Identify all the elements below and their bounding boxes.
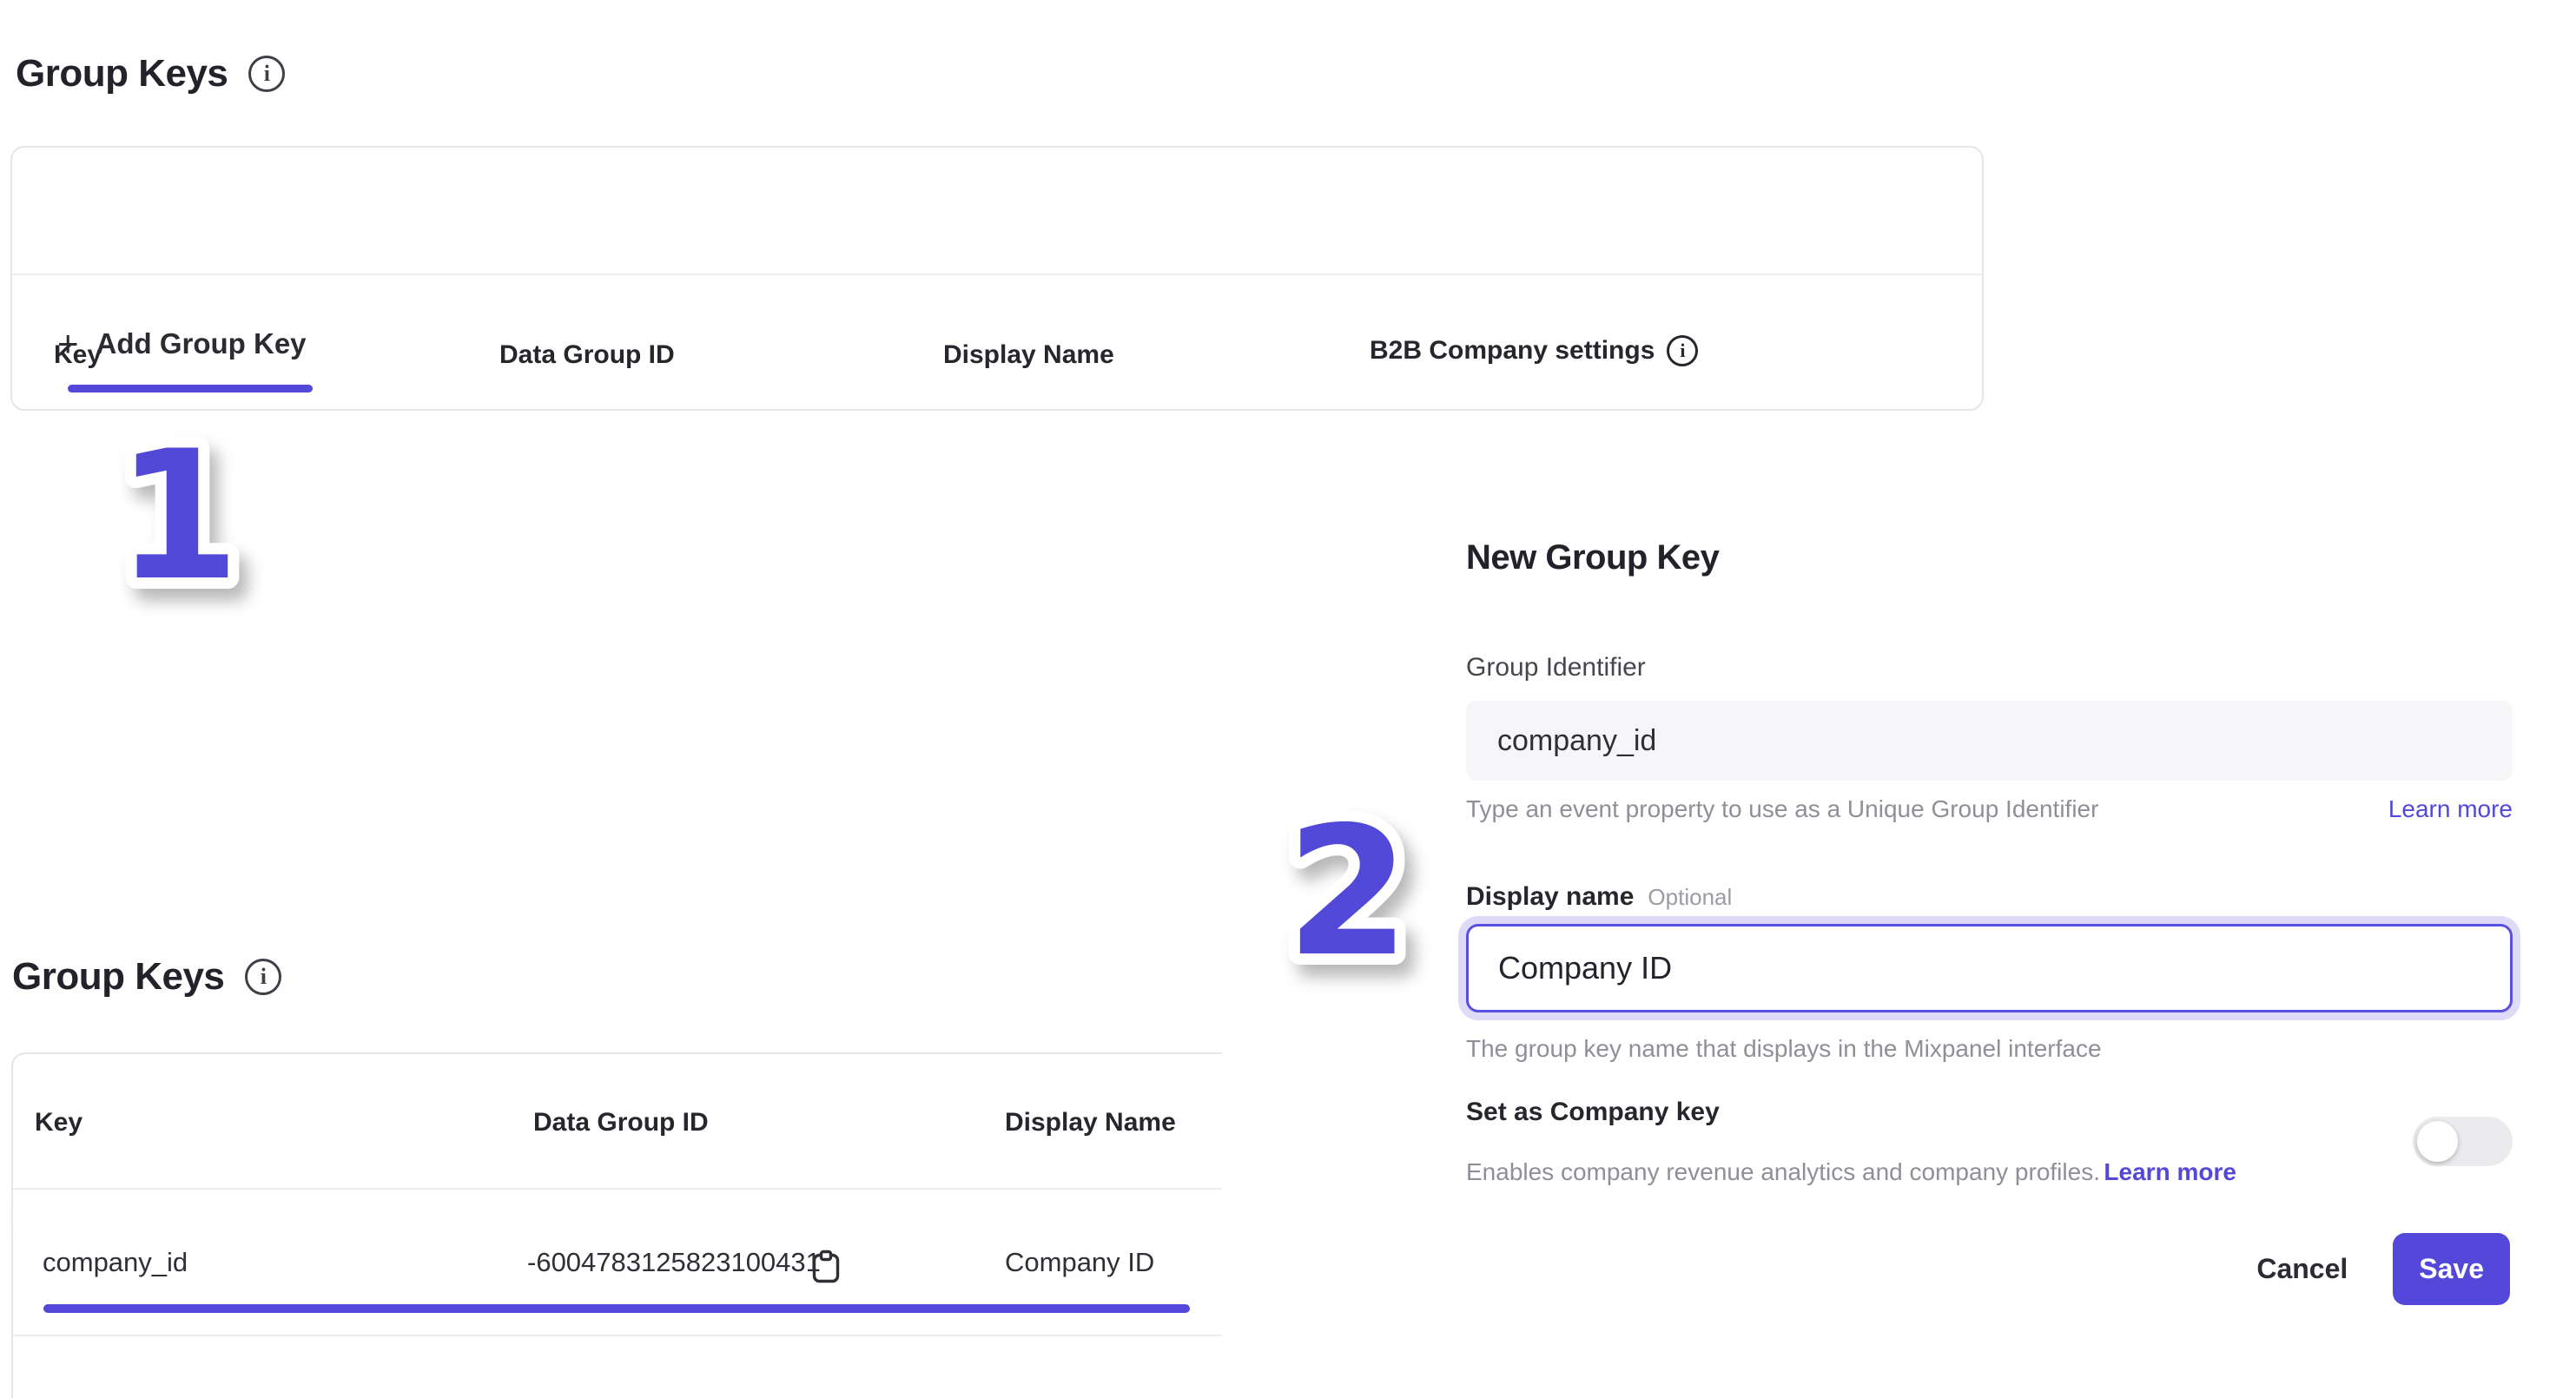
add-group-key-button[interactable]: + Add Group Key xyxy=(57,326,307,362)
copy-to-clipboard-icon[interactable] xyxy=(810,1249,842,1285)
step-2-number: 2 xyxy=(1286,789,1410,996)
group-keys-table-card-bottom: Key Data Group ID Display Name company_i… xyxy=(11,1052,1222,1398)
column-header-data-group-id: Data Group ID xyxy=(533,1108,709,1138)
column-header-b2b-settings: B2B Company settings i xyxy=(1370,335,1698,366)
column-header-display-name: Display Name xyxy=(1005,1108,1176,1138)
page-title: Group Keys xyxy=(16,52,228,96)
group-keys-heading-top: Group Keys i xyxy=(16,52,285,96)
step-2-badge: 2 xyxy=(1218,762,1478,1023)
cancel-button[interactable]: Cancel xyxy=(2256,1253,2348,1285)
info-icon[interactable]: i xyxy=(1667,335,1698,366)
column-header-data-group-id: Data Group ID xyxy=(499,340,675,370)
display-name-label: Display name xyxy=(1466,882,1634,912)
annotation-underline-group-key-row xyxy=(43,1304,1190,1313)
column-header-display-name: Display Name xyxy=(943,340,1114,370)
toggle-knob xyxy=(2417,1121,2458,1162)
display-name-input[interactable] xyxy=(1466,924,2513,1012)
optional-tag: Optional xyxy=(1648,884,1732,911)
group-identifier-helper: Type an event property to use as a Uniqu… xyxy=(1466,795,2098,823)
step-1-number: 1 xyxy=(116,413,241,620)
group-identifier-label: Group Identifier xyxy=(1466,653,1646,683)
plus-icon: + xyxy=(57,326,79,362)
save-button[interactable]: Save xyxy=(2393,1233,2510,1305)
cell-key: company_id xyxy=(43,1247,188,1278)
display-name-helper: The group key name that displays in the … xyxy=(1466,1035,2102,1063)
divider xyxy=(13,1188,1222,1190)
cell-data-group-id: -6004783125823100431 xyxy=(527,1247,821,1278)
group-identifier-learn-more-link[interactable]: Learn more xyxy=(2388,795,2513,823)
page-title: Group Keys xyxy=(12,955,224,999)
display-name-label-row: Display name Optional xyxy=(1466,882,1732,912)
info-icon[interactable]: i xyxy=(245,959,281,995)
company-key-helper: Enables company revenue analytics and co… xyxy=(1466,1158,2100,1185)
company-key-learn-more-link[interactable]: Learn more xyxy=(2104,1158,2236,1185)
company-key-helper-row: Enables company revenue analytics and co… xyxy=(1466,1158,2236,1186)
divider xyxy=(13,1335,1222,1336)
step-1-badge: 1 xyxy=(48,386,308,647)
company-key-toggle[interactable] xyxy=(2413,1117,2513,1166)
info-icon[interactable]: i xyxy=(248,56,285,92)
column-header-key: Key xyxy=(35,1108,83,1138)
set-company-key-label: Set as Company key xyxy=(1466,1098,1720,1127)
group-identifier-input[interactable] xyxy=(1466,701,2513,781)
group-keys-table-card: Key Data Group ID Display Name B2B Compa… xyxy=(10,146,1984,411)
group-keys-heading-bottom: Group Keys i xyxy=(12,955,281,999)
new-group-key-title: New Group Key xyxy=(1466,538,1719,577)
cell-display-name: Company ID xyxy=(1005,1247,1154,1278)
divider xyxy=(12,274,1982,275)
annotation-underline-add-group-key xyxy=(68,385,313,392)
